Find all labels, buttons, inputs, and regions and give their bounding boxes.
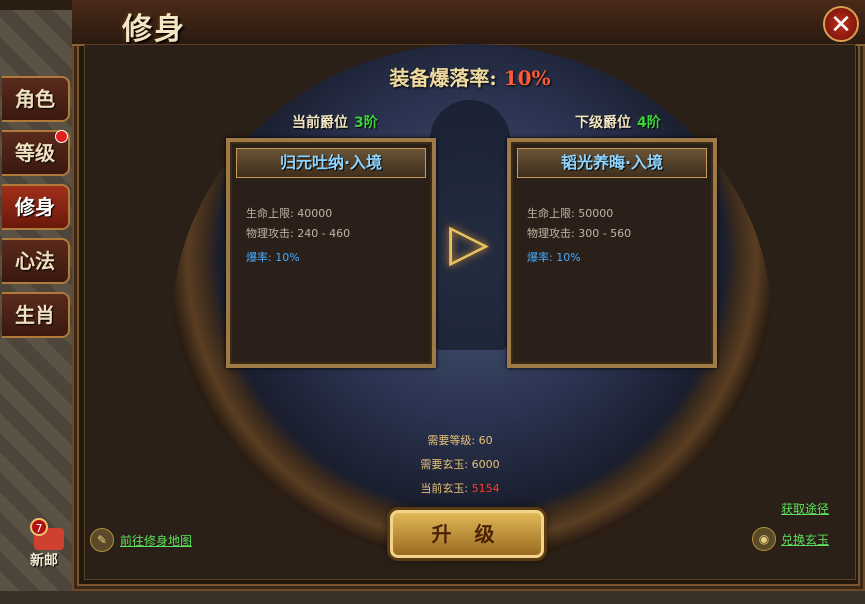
- stat-crit: 爆率: 10%: [527, 251, 581, 264]
- tab-level[interactable]: 等级: [2, 130, 70, 176]
- stat-hp: 生命上限: 50000: [527, 207, 614, 220]
- upgrade-button[interactable]: 升 级: [390, 510, 544, 558]
- next-stage-card: 韬光养晦·入境 生命上限: 50000 物理攻击: 300 - 560 爆率: …: [507, 138, 717, 368]
- exchange-jade-link[interactable]: 兑换玄玉: [781, 531, 829, 548]
- notification-dot: [55, 130, 68, 143]
- required-level-label: 需要等级:: [427, 434, 476, 447]
- drop-rate-label: 装备爆落率:: [389, 66, 497, 90]
- drop-rate-value: 10%: [503, 66, 551, 90]
- current-jade-value: 5154: [471, 482, 500, 495]
- card-title: 归元吐纳·入境: [236, 148, 426, 178]
- tab-cultivation[interactable]: 修身: [2, 184, 70, 230]
- tab-label: 等级: [15, 141, 55, 165]
- scroll-icon: ✎: [90, 528, 114, 552]
- current-rank: 当前爵位 3阶: [292, 112, 378, 132]
- goto-map-link[interactable]: 前往修身地图: [120, 532, 192, 549]
- required-level: 需要等级: 60: [360, 432, 560, 448]
- current-jade: 当前玄玉: 5154: [360, 480, 560, 496]
- mail-count-badge: 7: [30, 518, 48, 536]
- tab-label: 心法: [15, 249, 55, 273]
- window-titlebar: [72, 0, 865, 46]
- drop-rate-header: 装备爆落率: 10%: [330, 62, 610, 91]
- tab-label: 生肖: [15, 303, 55, 327]
- stat-attack: 物理攻击: 240 - 460: [246, 227, 351, 240]
- required-jade-value: 6000: [471, 458, 500, 471]
- tab-label: 修身: [15, 195, 55, 219]
- tab-zodiac[interactable]: 生肖: [2, 292, 70, 338]
- card-stats: 生命上限: 40000 物理攻击: 240 - 460 爆率: 10%: [246, 204, 350, 268]
- stat-crit: 爆率: 10%: [246, 251, 300, 264]
- next-rank-label: 下级爵位: [575, 115, 631, 131]
- required-level-value: 60: [478, 434, 493, 447]
- window-title: 修身: [122, 12, 186, 47]
- tab-mind-method[interactable]: 心法: [2, 238, 70, 284]
- stat-hp: 生命上限: 40000: [246, 207, 333, 220]
- current-rank-label: 当前爵位: [292, 115, 348, 131]
- next-rank: 下级爵位 4阶: [575, 112, 661, 132]
- close-button[interactable]: ✕: [823, 6, 859, 42]
- current-jade-label: 当前玄玉:: [420, 482, 469, 495]
- next-rank-value: 4阶: [637, 115, 661, 131]
- current-rank-value: 3阶: [354, 115, 378, 131]
- stat-attack: 物理攻击: 300 - 560: [527, 227, 632, 240]
- tab-label: 角色: [15, 87, 55, 111]
- arrow-right-icon: ▷: [449, 213, 489, 273]
- mail-label[interactable]: 新邮: [30, 550, 58, 570]
- tab-character[interactable]: 角色: [2, 76, 70, 122]
- current-stage-card: 归元吐纳·入境 生命上限: 40000 物理攻击: 240 - 460 爆率: …: [226, 138, 436, 368]
- required-jade: 需要玄玉: 6000: [360, 456, 560, 472]
- card-stats: 生命上限: 50000 物理攻击: 300 - 560 爆率: 10%: [527, 204, 631, 268]
- obtain-way-link[interactable]: 获取途径: [781, 500, 829, 517]
- card-title: 韬光养晦·入境: [517, 148, 707, 178]
- required-jade-label: 需要玄玉:: [420, 458, 469, 471]
- jade-ingot-icon: ◉: [752, 527, 776, 551]
